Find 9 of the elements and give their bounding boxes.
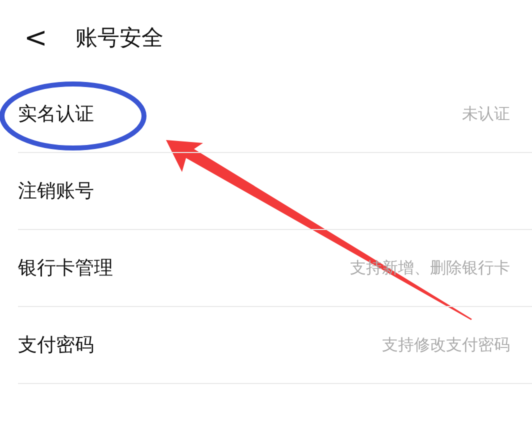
row-label: 注销账号 [18,178,94,204]
settings-row[interactable]: 支付密码 支持修改支付密码 [18,307,532,384]
back-button[interactable]: < [24,24,48,52]
row-label: 实名认证 [18,102,94,127]
row-detail: 支持修改支付密码 [382,334,510,356]
row-label: 支付密码 [18,332,94,358]
page-title: 账号安全 [75,24,164,52]
row-label: 银行卡管理 [18,256,113,281]
row-detail: 未认证 [462,103,510,125]
